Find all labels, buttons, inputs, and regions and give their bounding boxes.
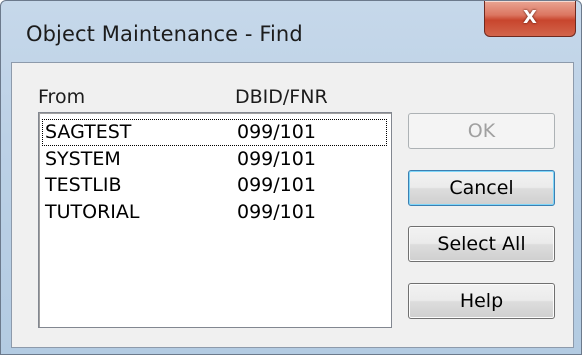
list-item[interactable]: TUTORIAL 099/101 [42,199,387,226]
column-header-dbid-fnr: DBID/FNR [235,86,328,108]
list-item[interactable]: SAGTEST 099/101 [42,119,387,146]
list-item[interactable]: TESTLIB 099/101 [42,172,387,199]
list-item-dbid: 099/101 [237,174,316,196]
select-all-button[interactable]: Select All [408,226,555,262]
list-item-from: TUTORIAL [45,201,140,223]
list-item-from: SYSTEM [45,148,121,170]
list-item-from: SAGTEST [45,121,132,143]
list-item-dbid: 099/101 [237,148,316,170]
list-item[interactable]: SYSTEM 099/101 [42,146,387,173]
ok-button[interactable]: OK [408,113,555,149]
column-header-from: From [38,86,86,108]
list-item-dbid: 099/101 [237,121,316,143]
help-button[interactable]: Help [408,283,555,319]
library-listbox[interactable]: SAGTEST 099/101 SYSTEM 099/101 TESTLIB 0… [38,112,392,328]
title-bar[interactable]: Object Maintenance - Find X [1,1,581,61]
cancel-button[interactable]: Cancel [408,170,555,206]
close-icon: X [523,7,537,28]
close-button[interactable]: X [484,1,576,37]
list-item-dbid: 099/101 [237,201,316,223]
window-title: Object Maintenance - Find [26,22,303,46]
list-item-from: TESTLIB [45,174,122,196]
